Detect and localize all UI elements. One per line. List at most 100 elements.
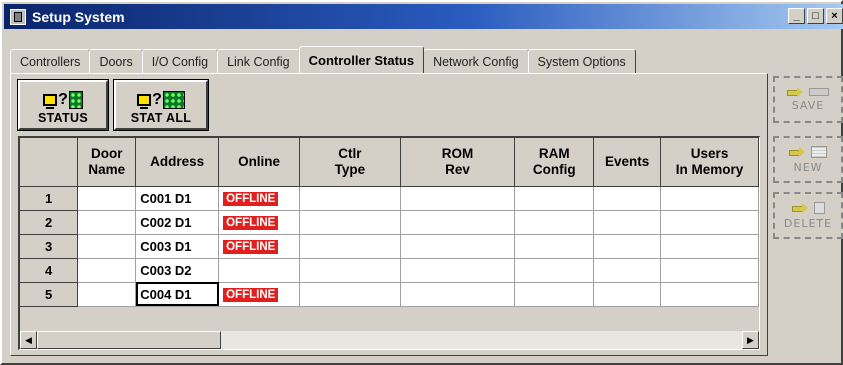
monitor-icon: [137, 94, 152, 109]
horizontal-scrollbar[interactable]: ◀ ▶: [20, 331, 759, 349]
tab-link-config[interactable]: Link Config: [217, 49, 300, 73]
ram-config-cell[interactable]: [514, 186, 595, 211]
header-ctlr-type[interactable]: Ctlr Type: [299, 138, 401, 187]
question-mark-icon: ?: [152, 91, 162, 108]
events-cell[interactable]: [593, 210, 662, 235]
header-users-in-memory[interactable]: Users In Memory: [660, 138, 759, 187]
controller-status-grid: Door Name Address Online Ctlr Type ROM Rev …: [18, 136, 760, 350]
table-row[interactable]: 3 C003 D1 OFFLINE: [20, 234, 759, 259]
header-corner[interactable]: [20, 138, 79, 187]
title-bar[interactable]: Setup System _ □ ×: [4, 4, 843, 29]
ram-config-cell[interactable]: [514, 258, 595, 283]
tab-controllers[interactable]: Controllers: [10, 49, 91, 73]
offline-badge: OFFLINE: [223, 288, 279, 302]
events-cell[interactable]: [593, 282, 662, 307]
tab-io-config[interactable]: I/O Config: [141, 49, 219, 73]
row-number-cell[interactable]: 3: [20, 234, 79, 259]
address-cell[interactable]: C004 D1: [135, 282, 220, 307]
disk-icon: [809, 87, 829, 96]
table-row[interactable]: 4 C003 D2: [20, 258, 759, 283]
ram-config-cell[interactable]: [514, 234, 595, 259]
header-events[interactable]: Events: [593, 138, 662, 187]
events-cell[interactable]: [593, 234, 662, 259]
online-cell[interactable]: OFFLINE: [218, 210, 301, 235]
stat-all-button[interactable]: ? STAT ALL: [113, 79, 209, 131]
app-icon[interactable]: [10, 8, 26, 25]
header-door-name[interactable]: Door Name: [77, 138, 137, 187]
maximize-button[interactable]: □: [807, 8, 824, 24]
status-button[interactable]: ? STATUS: [17, 79, 109, 131]
minimize-button[interactable]: _: [788, 8, 805, 24]
ctlr-type-cell[interactable]: [299, 234, 401, 259]
rom-rev-cell[interactable]: [400, 282, 516, 307]
ram-config-cell[interactable]: [514, 210, 595, 235]
online-cell[interactable]: [218, 258, 301, 283]
row-number-cell[interactable]: 2: [20, 210, 79, 235]
rom-rev-cell[interactable]: [400, 186, 516, 211]
users-in-memory-cell[interactable]: [660, 210, 759, 235]
ram-config-cell[interactable]: [514, 282, 595, 307]
door-name-cell[interactable]: [77, 234, 137, 259]
save-button-label: SAVE: [791, 98, 825, 112]
events-cell[interactable]: [593, 258, 662, 283]
ctlr-type-cell[interactable]: [299, 210, 401, 235]
tab-network-config[interactable]: Network Config: [423, 49, 529, 73]
header-rom-rev[interactable]: ROM Rev: [400, 138, 516, 187]
row-number-cell[interactable]: 4: [20, 258, 79, 283]
offline-badge: OFFLINE: [223, 240, 279, 254]
offline-badge: OFFLINE: [223, 192, 279, 206]
door-name-cell[interactable]: [77, 258, 137, 283]
circuit-board-icon: [68, 91, 83, 109]
address-cell[interactable]: C002 D1: [135, 210, 220, 235]
users-in-memory-cell[interactable]: [660, 186, 759, 211]
table-row[interactable]: 2 C002 D1 OFFLINE: [20, 210, 759, 235]
table-row[interactable]: 1 C001 D1 OFFLINE: [20, 186, 759, 211]
header-online[interactable]: Online: [218, 138, 301, 187]
online-cell[interactable]: OFFLINE: [218, 234, 301, 259]
ctlr-type-cell[interactable]: [299, 258, 401, 283]
rom-rev-cell[interactable]: [400, 234, 516, 259]
status-icon: ?: [43, 91, 83, 109]
new-button[interactable]: NEW: [773, 136, 843, 183]
arrow-right-icon: [791, 202, 808, 213]
trash-icon: [813, 201, 825, 214]
delete-button[interactable]: DELETE: [773, 192, 843, 239]
door-name-cell[interactable]: [77, 282, 137, 307]
new-button-label: NEW: [793, 160, 823, 174]
rom-rev-cell[interactable]: [400, 258, 516, 283]
save-button[interactable]: SAVE: [773, 76, 843, 123]
address-cell[interactable]: C001 D1: [135, 186, 220, 211]
ctlr-type-cell[interactable]: [299, 186, 401, 211]
table-row[interactable]: 5 C004 D1 OFFLINE: [20, 282, 759, 307]
header-ram-config[interactable]: RAM Config: [514, 138, 595, 187]
rom-rev-cell[interactable]: [400, 210, 516, 235]
tab-doors[interactable]: Doors: [89, 49, 143, 73]
online-cell[interactable]: OFFLINE: [218, 186, 301, 211]
status-table: Door Name Address Online Ctlr Type ROM Rev …: [20, 138, 759, 307]
users-in-memory-cell[interactable]: [660, 282, 759, 307]
header-address[interactable]: Address: [135, 138, 220, 187]
ctlr-type-cell[interactable]: [299, 282, 401, 307]
row-number-cell[interactable]: 5: [20, 282, 79, 307]
new-document-icon: [811, 145, 827, 158]
window-controls: _ □ ×: [788, 8, 843, 24]
online-cell[interactable]: OFFLINE: [218, 282, 301, 307]
tab-strip: Controllers Doors I/O Config Link Config…: [10, 46, 636, 73]
row-number-cell[interactable]: 1: [20, 186, 79, 211]
door-name-cell[interactable]: [77, 186, 137, 211]
users-in-memory-cell[interactable]: [660, 234, 759, 259]
users-in-memory-cell[interactable]: [660, 258, 759, 283]
address-cell[interactable]: C003 D1: [135, 234, 220, 259]
scroll-right-button[interactable]: ▶: [742, 331, 759, 349]
header-row: Door Name Address Online Ctlr Type ROM Rev …: [20, 138, 759, 187]
scroll-thumb[interactable]: [37, 331, 221, 349]
close-button[interactable]: ×: [826, 8, 843, 24]
offline-badge: OFFLINE: [223, 216, 279, 230]
monitor-icon: [43, 94, 58, 109]
scroll-left-button[interactable]: ◀: [20, 331, 37, 349]
address-cell[interactable]: C003 D2: [135, 258, 220, 283]
events-cell[interactable]: [593, 186, 662, 211]
tab-system-options[interactable]: System Options: [527, 49, 636, 73]
tab-controller-status[interactable]: Controller Status: [298, 46, 425, 73]
door-name-cell[interactable]: [77, 210, 137, 235]
